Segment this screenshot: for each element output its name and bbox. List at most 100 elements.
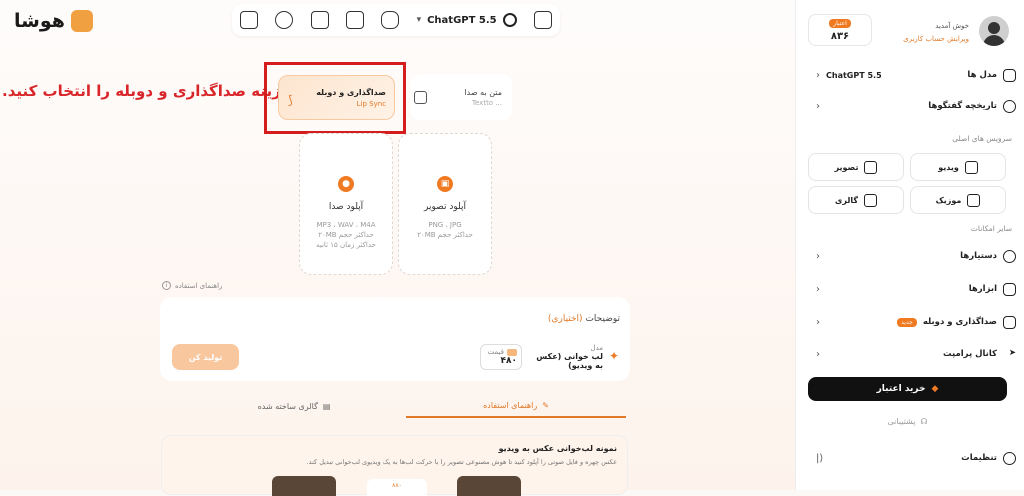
logo-mark-icon [70, 10, 93, 32]
chevron-left-icon: ‹ [816, 69, 820, 81]
music-icon [967, 193, 981, 207]
example-thumbnail [272, 476, 336, 496]
section-other-features: سایر امکانات [970, 224, 1012, 233]
example-tag: ۸۸۰ [367, 479, 427, 496]
chevron-left-icon: ‹ [816, 316, 820, 328]
buy-credit-label: خرید اعتبار [876, 384, 926, 394]
guide-link[interactable]: i راهنمای استفاده [162, 281, 222, 290]
service-gallery[interactable]: گالری [808, 186, 904, 214]
sidebar-item-label: کانال پرامپت [943, 349, 997, 359]
tools-icon [1003, 282, 1016, 296]
openai-icon [502, 13, 517, 27]
guide-link-label: راهنمای استفاده [175, 281, 223, 290]
service-image[interactable]: تصویر [808, 153, 904, 181]
main-area: هوشا ▾ ChatGPT 5.5 گزینه صداگذاری و دوبل… [0, 0, 795, 496]
credit-value: ۸۳۶ [830, 30, 850, 42]
info-icon: i [162, 281, 171, 290]
service-video[interactable]: ویدیو [910, 153, 1006, 181]
service-label: تصویر [834, 162, 859, 172]
lip-sync-icon [1003, 315, 1016, 329]
generate-button[interactable]: تولید کن [172, 344, 239, 370]
example-thumbnail [457, 476, 521, 496]
sidebar: خوش آمدید ویرایش حساب کاربری اعتبار ۸۳۶ … [795, 0, 1024, 490]
chevron-left-icon: ‹ [816, 250, 820, 262]
chevron-left-icon: ‹ [816, 348, 820, 360]
image-icon[interactable] [345, 11, 364, 29]
model-box[interactable]: ✦ مدل لب خوانی (عکس به ویدیو) [528, 344, 621, 370]
buy-credit-button[interactable]: ◆ خرید اعتبار [808, 377, 1007, 401]
highlight-box [264, 62, 406, 134]
gallery-icon: ▤ [322, 401, 331, 411]
cost-label: قیمت [487, 348, 504, 356]
microphone-icon: ● [338, 176, 354, 192]
sidebar-item-history[interactable]: تاریخچه گفتگوها ‹ [816, 96, 1016, 116]
sidebar-item-label: مدل ها [967, 70, 997, 80]
upload-hint: PNG ، JPG حداکثر حجم ۲۰MB [417, 220, 473, 240]
video-icon[interactable] [310, 11, 329, 29]
generation-form: توضیحات (اختیاری) تولید کن قیمت ۴۸۰ ✦ مد… [160, 297, 630, 381]
model-name: ChatGPT 5.5 [427, 14, 497, 26]
chat-icon[interactable] [533, 11, 552, 29]
sidebar-item-label: تنظیمات [961, 453, 997, 463]
avatar[interactable] [979, 16, 1009, 46]
chevron-left-icon: ‹ [816, 283, 820, 295]
upload-audio-area[interactable]: ● آپلود صدا MP3 ، WAV ، M4A حداکثر حجم ۲… [299, 133, 393, 275]
service-label: موزیک [935, 195, 962, 205]
new-badge: جدید [897, 317, 917, 327]
sidebar-item-settings[interactable]: تنظیمات ⟨| [816, 448, 1016, 468]
model-selector[interactable]: ▾ ChatGPT 5.5 [417, 13, 517, 27]
coin-icon [507, 348, 517, 356]
service-label: ویدیو [938, 162, 959, 172]
image-icon [864, 160, 878, 174]
upload-limit: حداکثر حجم ۲۰MB [417, 231, 473, 239]
edit-account-link[interactable]: ویرایش حساب کاربری [903, 35, 969, 43]
sparkle-icon: ✦ [608, 349, 619, 363]
robot-icon[interactable] [381, 11, 400, 29]
telegram-icon: ➤ [1008, 347, 1016, 358]
upload-title: آپلود تصویر [424, 202, 466, 212]
upload-limit: حداکثر حجم ۲۰MB [318, 231, 374, 239]
sidebar-item-assistants[interactable]: دستیارها ‹ [816, 246, 1016, 266]
text-to-speech-card[interactable]: متن به صدا Textto ... [410, 74, 512, 120]
sidebar-item-label: تاریخچه گفتگوها [928, 101, 997, 111]
gear-icon [1003, 451, 1016, 465]
robot-icon [1003, 249, 1016, 263]
speech-icon [414, 91, 427, 104]
clock-icon [1003, 99, 1016, 113]
sidebar-item-label: ابزارها [968, 284, 997, 294]
support-link[interactable]: ☊ پشتیبانی [808, 414, 1007, 428]
card-subtitle: Textto ... [471, 98, 502, 107]
service-music[interactable]: موزیک [910, 186, 1006, 214]
upload-formats: PNG ، JPG [428, 221, 462, 229]
example-description: عکس چهره و فایل صوتی را آپلود کنید تا هو… [306, 458, 617, 466]
sidebar-item-label: دستیارها [960, 251, 997, 261]
sidebar-item-value: ChatGPT 5.5 [826, 70, 882, 80]
app-logo[interactable]: هوشا [14, 10, 93, 32]
upload-hint: MP3 ، WAV ، M4A حداکثر حجم ۲۰MB حداکثر ز… [316, 220, 376, 250]
headset-icon: ☊ [920, 416, 928, 426]
support-label: پشتیبانی [887, 416, 916, 426]
sidebar-item-tools[interactable]: ابزارها ‹ [816, 279, 1016, 299]
description-optional: (اختیاری) [547, 314, 583, 324]
sidebar-item-dubbing[interactable]: صداگذاری و دوبله جدید ‹ [816, 312, 1016, 332]
upload-title: آپلود صدا [328, 202, 364, 212]
cost-box: قیمت ۴۸۰ [480, 344, 522, 370]
user-row: خوش آمدید ویرایش حساب کاربری اعتبار ۸۳۶ [808, 14, 1013, 54]
tab-gallery-label: گالری ساخته شده [257, 401, 318, 411]
section-main-services: سرویس های اصلی [952, 134, 1012, 143]
credit-box[interactable]: اعتبار ۸۳۶ [808, 14, 872, 46]
home-icon[interactable] [240, 11, 258, 29]
service-label: گالری [835, 195, 858, 205]
collapse-sidebar-icon[interactable]: ⟨| [816, 453, 823, 464]
tab-gallery[interactable]: ▤ گالری ساخته شده [184, 394, 404, 418]
pen-icon: ✎ [542, 400, 549, 410]
description-label[interactable]: توضیحات (اختیاری) [548, 314, 620, 324]
upload-image-area[interactable]: ▣ آپلود تصویر PNG ، JPG حداکثر حجم ۲۰MB [398, 133, 492, 275]
card-title: متن به صدا [464, 87, 502, 97]
credit-badge: اعتبار [829, 18, 851, 28]
tab-guide[interactable]: ✎ راهنمای استفاده [406, 394, 626, 418]
sidebar-item-models[interactable]: مدل ها ChatGPT 5.5 ‹ [816, 65, 1016, 85]
voice-icon[interactable] [275, 11, 294, 29]
sidebar-item-prompt-channel[interactable]: ➤ کانال پرامپت ‹ [816, 344, 1016, 364]
credit-icon: ◆ [931, 384, 939, 394]
